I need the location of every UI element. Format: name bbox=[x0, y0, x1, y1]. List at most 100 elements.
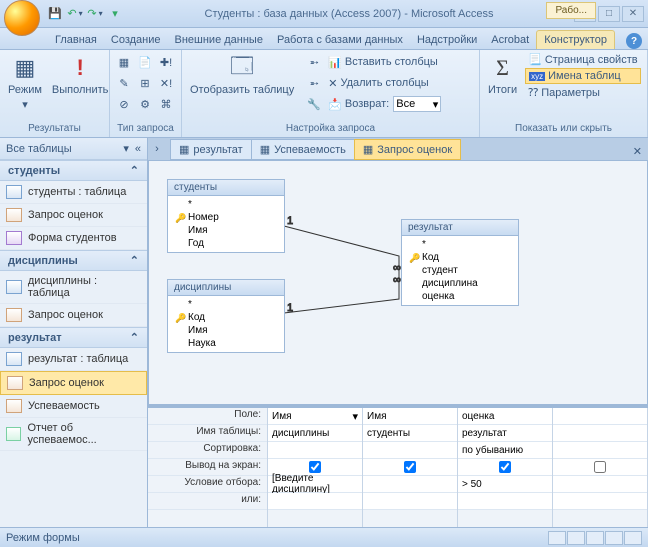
show-checkbox[interactable] bbox=[309, 461, 321, 473]
grid-cell[interactable] bbox=[553, 442, 647, 459]
pivot-chart-view-icon[interactable] bbox=[586, 531, 604, 545]
nav-header[interactable]: Все таблицы▾« bbox=[0, 138, 147, 160]
grid-cell[interactable]: оценка bbox=[458, 408, 552, 425]
table-box-students[interactable]: студенты *🔑НомерИмяГод bbox=[167, 179, 285, 253]
query-design-surface[interactable]: 1∞ 1∞ студенты *🔑НомерИмяГод дисциплины … bbox=[148, 160, 648, 405]
grid-cell[interactable] bbox=[363, 493, 457, 510]
show-checkbox[interactable] bbox=[404, 461, 416, 473]
nav-item[interactable]: Форма студентов bbox=[0, 227, 147, 250]
grid-cell[interactable]: Имя▾ bbox=[268, 408, 362, 425]
nav-item[interactable]: Запрос оценок bbox=[0, 204, 147, 227]
table-names-button[interactable]: xyzИмена таблиц bbox=[525, 68, 640, 84]
show-table-button[interactable]: 🗔Отобразить таблицу bbox=[186, 52, 298, 98]
shutter-bar-icon[interactable]: › bbox=[148, 138, 166, 160]
delete-rows-icon[interactable]: ➵ bbox=[304, 73, 324, 93]
table-field[interactable]: * bbox=[405, 238, 515, 251]
grid-cell[interactable] bbox=[363, 442, 457, 459]
doc-tab[interactable]: ▦Запрос оценок bbox=[354, 139, 461, 160]
grid-cell[interactable] bbox=[553, 476, 647, 493]
tab-external[interactable]: Внешние данные bbox=[168, 31, 270, 49]
nav-item[interactable]: Запрос оценок bbox=[0, 304, 147, 327]
passthrough-icon[interactable]: ⚙ bbox=[135, 94, 155, 114]
table-field[interactable]: * bbox=[171, 198, 281, 211]
grid-cell[interactable] bbox=[553, 493, 647, 510]
nav-item[interactable]: Отчет об успеваемос... bbox=[0, 418, 147, 451]
parameters-button[interactable]: ⁇Параметры bbox=[525, 85, 640, 100]
undo-icon[interactable]: ↶ bbox=[66, 5, 84, 23]
grid-column[interactable]: Имя▾дисциплины [Введите дисциплину] bbox=[268, 408, 363, 527]
redo-icon[interactable]: ↷ bbox=[86, 5, 104, 23]
builder-icon[interactable]: 🔧 bbox=[304, 94, 324, 114]
grid-cell[interactable] bbox=[363, 459, 457, 476]
tab-addins[interactable]: Надстройки bbox=[410, 31, 484, 49]
close-tab-icon[interactable]: ✕ bbox=[627, 143, 648, 160]
table-field[interactable]: 🔑Номер bbox=[171, 211, 281, 224]
grid-column[interactable] bbox=[553, 408, 648, 527]
grid-cell[interactable] bbox=[458, 493, 552, 510]
make-table-icon[interactable]: 📄 bbox=[135, 52, 155, 72]
crosstab-icon[interactable]: ⊞ bbox=[135, 73, 155, 93]
pivot-table-view-icon[interactable] bbox=[567, 531, 585, 545]
tab-home[interactable]: Главная bbox=[48, 31, 104, 49]
nav-group-header[interactable]: результат⌃ bbox=[0, 327, 147, 348]
delete-query-icon[interactable]: ✕! bbox=[156, 73, 176, 93]
table-field[interactable]: студент bbox=[405, 264, 515, 277]
table-box-disciplines[interactable]: дисциплины *🔑КодИмяНаука bbox=[167, 279, 285, 353]
close-button[interactable]: ✕ bbox=[622, 6, 644, 22]
tab-create[interactable]: Создание bbox=[104, 31, 168, 49]
table-field[interactable]: * bbox=[171, 298, 281, 311]
maximize-button[interactable]: □ bbox=[598, 6, 620, 22]
show-checkbox[interactable] bbox=[594, 461, 606, 473]
select-query-icon[interactable]: ▦ bbox=[114, 52, 134, 72]
show-checkbox[interactable] bbox=[499, 461, 511, 473]
grid-cell[interactable] bbox=[458, 459, 552, 476]
grid-cell[interactable] bbox=[363, 476, 457, 493]
grid-cell[interactable]: дисциплины bbox=[268, 425, 362, 442]
property-sheet-button[interactable]: 📃Страница свойств bbox=[525, 52, 640, 67]
delete-cols-button[interactable]: ✕Удалить столбцы bbox=[325, 76, 432, 91]
grid-cell[interactable]: > 50 bbox=[458, 476, 552, 493]
return-combo[interactable]: Все▾ bbox=[393, 96, 441, 112]
grid-cell[interactable] bbox=[553, 408, 647, 425]
table-field[interactable]: оценка bbox=[405, 290, 515, 303]
grid-cell[interactable] bbox=[268, 493, 362, 510]
grid-cell[interactable]: по убыванию bbox=[458, 442, 552, 459]
grid-column[interactable]: Имястуденты bbox=[363, 408, 458, 527]
table-field[interactable]: Имя bbox=[171, 224, 281, 237]
nav-item[interactable]: дисциплины : таблица bbox=[0, 271, 147, 304]
save-icon[interactable]: 💾 bbox=[46, 5, 64, 23]
grid-cell[interactable] bbox=[553, 459, 647, 476]
update-icon[interactable]: ✎ bbox=[114, 73, 134, 93]
grid-column[interactable]: оценкарезультатпо убыванию > 50 bbox=[458, 408, 553, 527]
doc-tab[interactable]: ▦Успеваемость bbox=[251, 139, 355, 160]
nav-item[interactable]: Запрос оценок bbox=[0, 371, 147, 395]
table-field[interactable]: Наука bbox=[171, 337, 281, 350]
grid-cell[interactable]: [Введите дисциплину] bbox=[268, 476, 362, 493]
design-view-icon[interactable] bbox=[624, 531, 642, 545]
datadef-icon[interactable]: ⌘ bbox=[156, 94, 176, 114]
totals-button[interactable]: ΣИтоги bbox=[484, 52, 521, 98]
office-button[interactable] bbox=[4, 0, 40, 36]
table-field[interactable]: Год bbox=[171, 237, 281, 250]
help-icon[interactable]: ? bbox=[626, 33, 642, 49]
append-icon[interactable]: ✚! bbox=[156, 52, 176, 72]
grid-cell[interactable]: результат bbox=[458, 425, 552, 442]
datasheet-view-icon[interactable] bbox=[548, 531, 566, 545]
union-icon[interactable]: ⊘ bbox=[114, 94, 134, 114]
table-field[interactable]: 🔑Код bbox=[171, 311, 281, 324]
grid-cell[interactable] bbox=[268, 442, 362, 459]
doc-tab[interactable]: ▦результат bbox=[170, 139, 252, 160]
tab-database[interactable]: Работа с базами данных bbox=[270, 31, 410, 49]
tab-design[interactable]: Конструктор bbox=[536, 30, 615, 49]
nav-item[interactable]: результат : таблица bbox=[0, 348, 147, 371]
nav-group-header[interactable]: студенты⌃ bbox=[0, 160, 147, 181]
table-box-result[interactable]: результат *🔑Кодстудентдисциплинаоценка bbox=[401, 219, 519, 306]
nav-group-header[interactable]: дисциплины⌃ bbox=[0, 250, 147, 271]
insert-rows-icon[interactable]: ➵ bbox=[304, 52, 324, 72]
sql-view-icon[interactable] bbox=[605, 531, 623, 545]
query-grid[interactable]: Поле:Имя таблицы:Сортировка:Вывод на экр… bbox=[148, 405, 648, 527]
grid-cell[interactable]: Имя bbox=[363, 408, 457, 425]
insert-cols-button[interactable]: 📊Вставить столбцы bbox=[325, 55, 441, 70]
nav-item[interactable]: Успеваемость bbox=[0, 395, 147, 418]
table-field[interactable]: 🔑Код bbox=[405, 251, 515, 264]
